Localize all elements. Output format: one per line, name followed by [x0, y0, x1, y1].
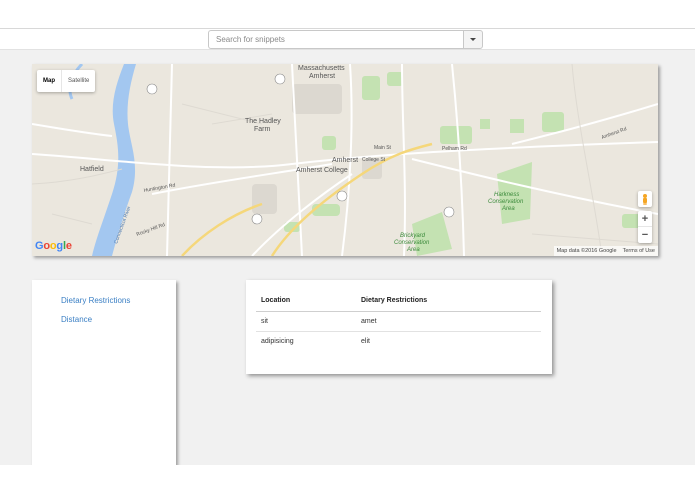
map-type-map-button[interactable]: Map	[37, 70, 61, 92]
table-cell-dietary: amet	[356, 311, 541, 332]
map-label-harkness-1: Harkness	[494, 192, 519, 198]
map-type-control: Map Satellite	[37, 70, 96, 92]
sidebar-link-distance[interactable]: Distance	[61, 315, 92, 324]
column-header-location: Location	[256, 291, 356, 312]
map-label-amherst-rd: Amherst Rd	[601, 126, 628, 141]
footer-bar	[0, 465, 695, 494]
table-cell-dietary: elit	[361, 337, 370, 345]
map-label-college-st: College St	[362, 157, 386, 163]
map-label-hatfield: Hatfield	[80, 166, 104, 173]
map-type-satellite-button[interactable]: Satellite	[61, 70, 95, 92]
map-data-credit: Map data ©2016 Google	[556, 248, 617, 254]
results-table: Location Dietary Restrictions sit amet a…	[256, 291, 541, 351]
table-cell-location: adipisicing	[261, 337, 294, 345]
zoom-control: + −	[638, 211, 652, 243]
table-row[interactable]: sit amet	[256, 311, 541, 332]
map-canvas[interactable]: Massachusetts Amherst The Hadley Farm Am…	[32, 64, 658, 256]
filter-sidebar: Dietary Restrictions Distance	[32, 280, 176, 466]
map-label-brickyard-1: Brickyard	[400, 233, 426, 239]
map-label-amherst-college: Amherst College	[296, 167, 348, 174]
map-label-amherst-top: Amherst	[309, 73, 335, 80]
map-label-amherst: Amherst	[332, 157, 358, 164]
map-label-hadley-farm-2: Farm	[254, 126, 271, 133]
caret-down-icon	[470, 38, 476, 41]
search-input[interactable]	[208, 30, 463, 49]
search-dropdown-button[interactable]	[463, 30, 483, 49]
zoom-in-button[interactable]: +	[638, 211, 652, 227]
search-box	[208, 30, 483, 49]
column-header-dietary-restrictions: Dietary Restrictions	[356, 291, 541, 312]
top-navbar	[0, 0, 695, 29]
map-label-harkness-3: Area	[501, 206, 515, 212]
map-label-main-st: Main St	[374, 145, 392, 151]
map-label-brickyard-3: Area	[406, 247, 420, 253]
street-view-pegman-icon[interactable]	[638, 191, 652, 207]
terms-of-use-link[interactable]: Terms of Use	[623, 246, 655, 256]
table-cell-location: sit	[256, 311, 356, 332]
sidebar-link-dietary-restrictions[interactable]: Dietary Restrictions	[61, 296, 130, 305]
map-label-rocky-hill-rd: Rocky Hill Rd	[136, 222, 166, 238]
map-label-pelham-rd: Pelham Rd	[442, 146, 467, 152]
table-row[interactable]: adipisicing elit	[256, 331, 541, 351]
google-logo: Google	[35, 240, 72, 252]
map-label-brickyard-2: Conservation	[394, 240, 430, 246]
map-label-massachusetts: Massachusetts	[298, 65, 345, 72]
map-label-harkness-2: Conservation	[488, 199, 524, 205]
map-attribution: Map data ©2016 Google Terms of Use	[553, 246, 658, 256]
map-label-hadley-farm-1: The Hadley	[245, 118, 281, 125]
map-widget[interactable]: Massachusetts Amherst The Hadley Farm Am…	[32, 64, 658, 256]
zoom-out-button[interactable]: −	[638, 227, 652, 243]
results-card: Location Dietary Restrictions sit amet a…	[246, 280, 552, 374]
table-header-row: Location Dietary Restrictions	[256, 291, 541, 312]
